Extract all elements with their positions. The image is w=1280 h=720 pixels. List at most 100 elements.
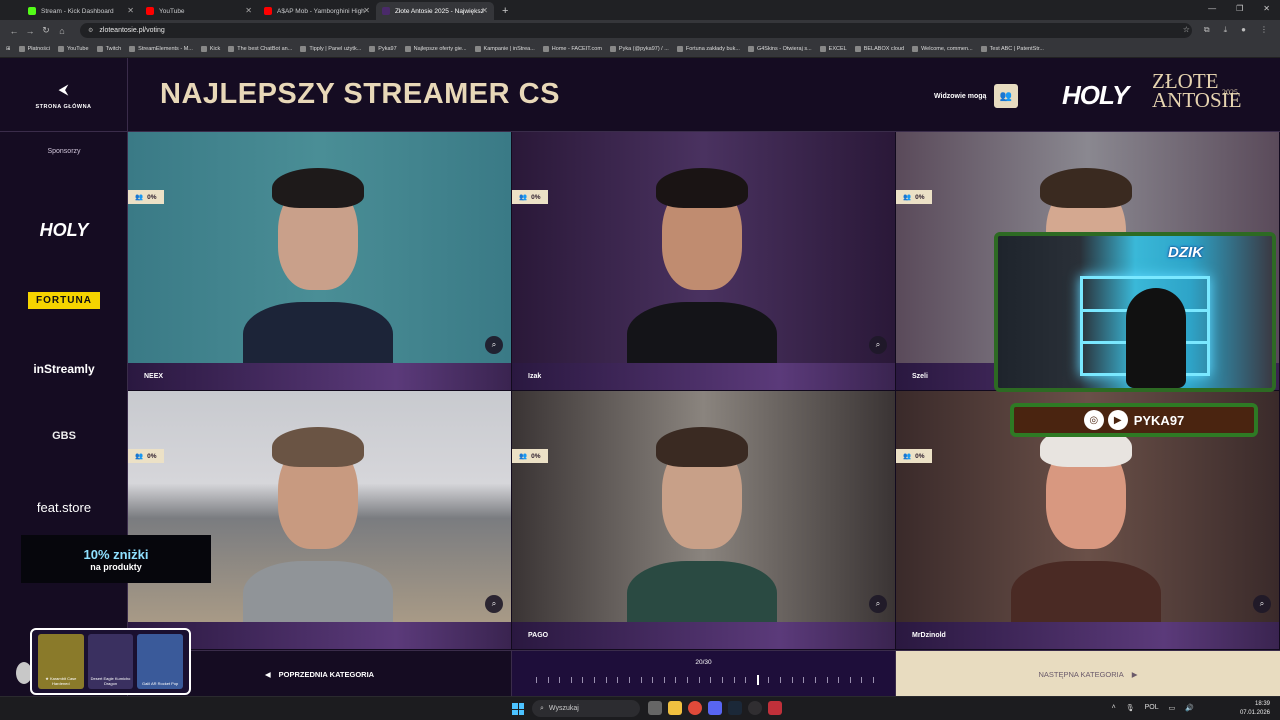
close-icon[interactable]: ✕ xyxy=(481,6,488,15)
progress-tick xyxy=(594,677,596,683)
tab-label: Złote Antosie 2025 - Największ xyxy=(395,7,484,15)
bookmark-label: Kick xyxy=(209,46,221,52)
sponsor-featstore[interactable]: feat.store xyxy=(0,500,128,515)
close-window-icon[interactable]: ✕ xyxy=(1263,4,1270,13)
sponsor-holy[interactable]: HOLY xyxy=(0,220,128,241)
bookmark-item[interactable]: Najlepsze oferty gie... xyxy=(404,46,467,52)
zoom-icon[interactable]: ⌕ xyxy=(485,595,503,613)
download-icon[interactable]: ⤓ xyxy=(1224,25,1228,35)
reload-icon[interactable]: ↻ xyxy=(38,25,54,36)
home-button[interactable]: ⮜ STRONA GŁÓWNA xyxy=(0,58,128,132)
progress-tick xyxy=(803,677,805,683)
browser-tab-3[interactable]: Złote Antosie 2025 - Największ ✕ xyxy=(376,2,494,20)
bookmark-item[interactable]: Tipply | Panel użytk... xyxy=(300,46,361,52)
obs-icon[interactable] xyxy=(748,701,762,715)
candidate-photo[interactable] xyxy=(512,391,895,641)
viewers-vote-button[interactable]: 👥 xyxy=(994,84,1018,108)
bookmark-item[interactable]: Test ABC | PatentStr... xyxy=(980,46,1044,52)
bookmark-favicon xyxy=(819,46,826,52)
bookmark-item[interactable]: Pyka97 xyxy=(369,46,397,52)
profile-icon[interactable]: ● xyxy=(1241,25,1246,35)
candidate-photo[interactable] xyxy=(512,132,895,382)
browser-tab-1[interactable]: YouTube ✕ xyxy=(140,2,258,20)
bookmark-item[interactable]: StreamElements - M... xyxy=(129,46,193,52)
close-icon[interactable]: ✕ xyxy=(245,6,252,15)
volume-icon[interactable]: 🔊 xyxy=(1185,704,1194,712)
bookmark-item[interactable]: Home - FACEIT.com xyxy=(542,46,602,52)
zoom-icon[interactable]: ⌕ xyxy=(869,336,887,354)
discord-icon[interactable] xyxy=(708,701,722,715)
forward-icon[interactable]: → xyxy=(22,26,38,36)
extensions-icon[interactable]: ⧉ xyxy=(1204,25,1210,35)
start-icon[interactable] xyxy=(512,703,524,715)
zoom-icon[interactable]: ⌕ xyxy=(869,595,887,613)
mic-icon[interactable]: 🎙 xyxy=(1126,704,1135,712)
steam-icon[interactable] xyxy=(728,701,742,715)
viewers-label: Widzowie mogą xyxy=(934,93,987,100)
task-view-icon[interactable] xyxy=(648,701,662,715)
next-category-button[interactable]: NASTĘPNA KATEGORIA ▶ xyxy=(896,651,1280,697)
browser-tab-0[interactable]: Stream - Kick Dashboard ✕ xyxy=(22,2,140,20)
home-icon[interactable]: ⌂ xyxy=(54,26,70,36)
maximize-icon[interactable]: ❐ xyxy=(1236,4,1243,13)
zoom-icon[interactable]: ⌕ xyxy=(485,336,503,354)
candidate-name-bar: PAGO xyxy=(512,622,895,649)
bookmark-star-icon[interactable]: ☆ xyxy=(1183,25,1190,35)
bookmark-item[interactable]: G4Skins - Otwieraj s... xyxy=(747,46,812,52)
candidate-name: MrDzinold xyxy=(912,632,946,639)
minimize-icon[interactable]: — xyxy=(1208,4,1216,13)
bookmark-item[interactable]: Twitch xyxy=(96,46,121,52)
bookmark-item[interactable]: YouTube xyxy=(57,46,89,52)
close-icon[interactable]: ✕ xyxy=(363,6,370,15)
bookmark-item[interactable]: Kick xyxy=(200,46,221,52)
file-explorer-icon[interactable] xyxy=(668,701,682,715)
progress-tick xyxy=(547,677,549,683)
arrow-left-icon: ◀ xyxy=(264,669,271,679)
language-indicator[interactable]: POL xyxy=(1145,704,1159,712)
bookmark-item[interactable]: EXCEL xyxy=(819,46,847,52)
chevron-up-icon[interactable]: ˄ xyxy=(1112,704,1116,712)
apps-icon[interactable]: ⊞ xyxy=(6,46,11,52)
address-bar[interactable]: ⚙ zloteantosie.pl/voting xyxy=(80,23,1192,38)
home-label: STRONA GŁÓWNA xyxy=(35,103,92,110)
taskbar-search[interactable]: ⌕ Wyszukaj xyxy=(532,700,640,717)
sponsors-sidebar: Sponsorzy HOLY FORTUNA inStreamly GBS fe… xyxy=(0,132,128,696)
clock[interactable]: 18:39 07.01.2026 xyxy=(1240,700,1270,718)
sponsor-fortuna[interactable]: FORTUNA xyxy=(0,292,128,309)
chrome-icon[interactable] xyxy=(688,701,702,715)
bookmark-item[interactable]: Pyka (@pyka97) / ... xyxy=(609,46,669,52)
bookmark-item[interactable]: Welcome, commen... xyxy=(912,46,973,52)
clock-date: 07.01.2026 xyxy=(1239,710,1270,716)
app-icon[interactable] xyxy=(768,701,782,715)
bookmark-favicon xyxy=(369,46,376,52)
site-info-icon[interactable]: ⚙ xyxy=(88,27,93,34)
candidate-photo[interactable] xyxy=(128,132,511,382)
bookmark-item[interactable]: Kampanie | inStrea... xyxy=(474,46,535,52)
candidate-card[interactable]: 👥 0% ⌕ Izak xyxy=(512,132,895,390)
bookmark-item[interactable]: BELABOX cloud xyxy=(854,46,904,52)
network-icon[interactable]: ▭ xyxy=(1169,704,1176,712)
progress-tick xyxy=(617,677,619,683)
bookmark-item[interactable]: Płatności xyxy=(18,46,50,52)
promo-banner[interactable]: 10% zniżki na produkty xyxy=(21,535,211,583)
close-icon[interactable]: ✕ xyxy=(127,6,134,15)
sponsor-instreamly[interactable]: inStreamly xyxy=(0,362,128,376)
bookmark-item[interactable]: The best ChatBot an... xyxy=(228,46,292,52)
progress-tick xyxy=(733,677,735,683)
candidate-card[interactable]: 👥 0% ⌕ xyxy=(128,391,511,649)
sponsor-name: GBS xyxy=(52,430,76,442)
candidate-card[interactable]: 👥 0% ⌕ PAGO xyxy=(512,391,895,649)
sponsor-gbs[interactable]: GBS xyxy=(0,430,128,442)
zoom-icon[interactable]: ⌕ xyxy=(1253,595,1271,613)
candidate-photo[interactable] xyxy=(128,391,511,641)
candidate-card[interactable]: 👥 0% ⌕ NEEX xyxy=(128,132,511,390)
promo-line2: na produkty xyxy=(90,561,142,572)
webcam-overlay: DZIK xyxy=(994,232,1276,392)
browser-tab-2[interactable]: A$AP Mob - Yamborghini High ✕ xyxy=(258,2,376,20)
bookmark-favicon xyxy=(200,46,207,52)
back-icon[interactable]: ← xyxy=(6,26,22,36)
vote-percent-badge: 👥 0% xyxy=(896,449,932,463)
new-tab-button[interactable]: + xyxy=(494,2,516,20)
menu-icon[interactable]: ⋮ xyxy=(1260,25,1268,35)
bookmark-item[interactable]: Fortuna zakłady buk... xyxy=(676,46,740,52)
